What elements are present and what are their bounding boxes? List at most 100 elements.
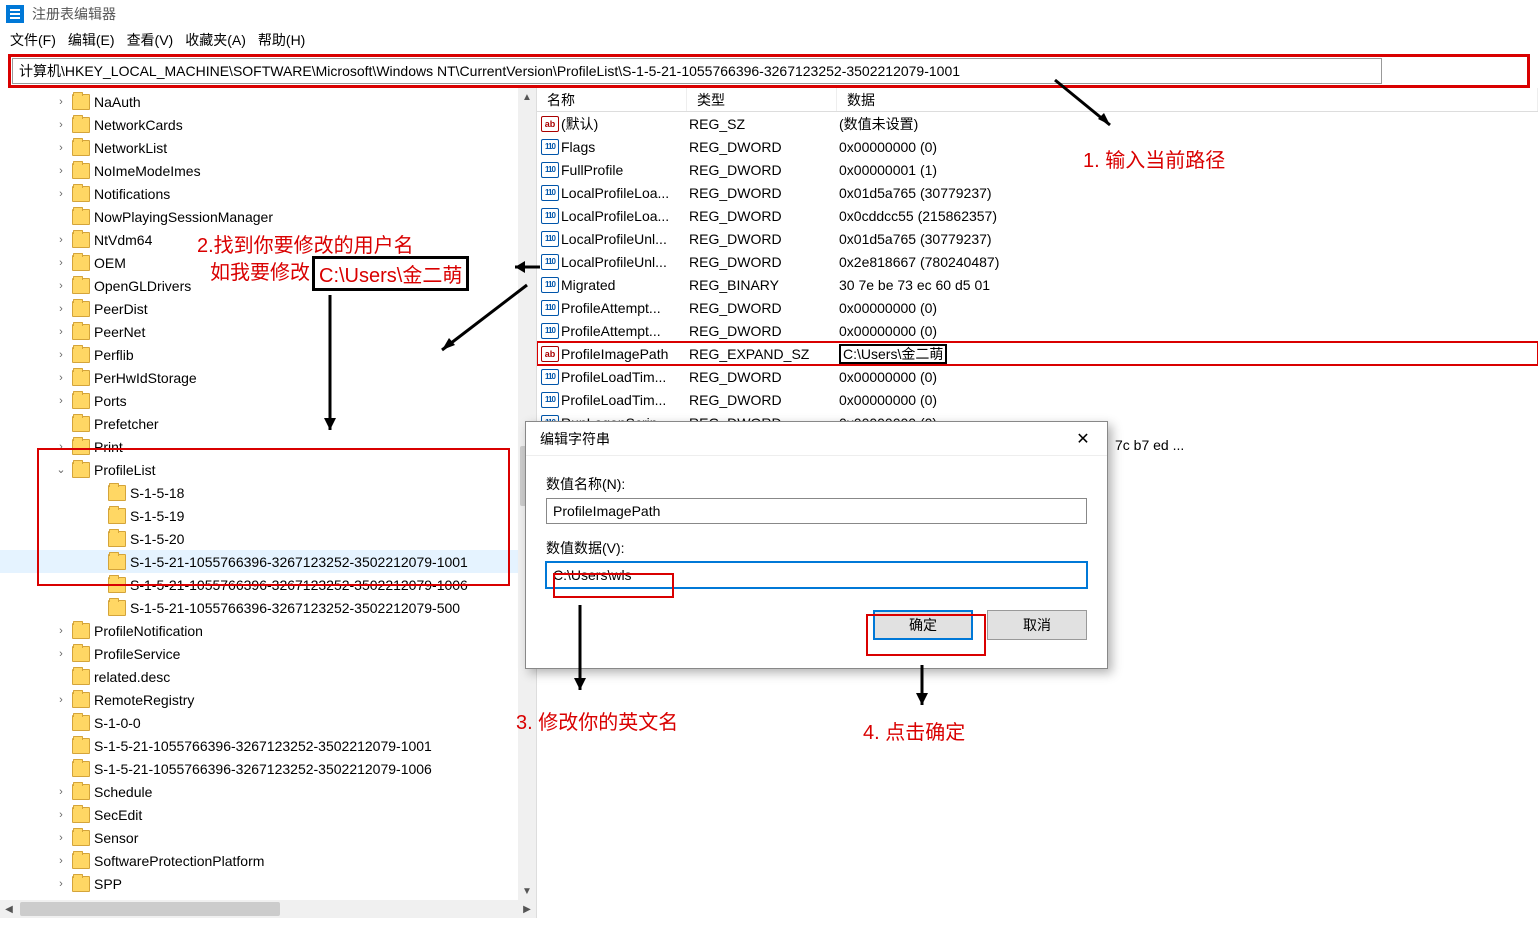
tree-item[interactable]: ›Perflib: [0, 343, 518, 366]
tree-item[interactable]: S-1-5-21-1055766396-3267123252-350221207…: [0, 550, 518, 573]
tree-item[interactable]: ›OpenGLDrivers: [0, 274, 518, 297]
expander-icon[interactable]: ›: [54, 878, 68, 890]
value-row[interactable]: 110LocalProfileUnl...REG_DWORD0x01d5a765…: [537, 227, 1538, 250]
dialog-name-field[interactable]: [546, 498, 1087, 524]
tree-item[interactable]: S-1-5-20: [0, 527, 518, 550]
dialog-close-button[interactable]: ✕: [1063, 424, 1103, 454]
address-bar[interactable]: [12, 58, 1382, 84]
value-row[interactable]: 110ProfileLoadTim...REG_DWORD0x00000000 …: [537, 365, 1538, 388]
tree-horizontal-scrollbar[interactable]: ◀ ▶: [0, 900, 536, 918]
value-data: 0x0cddcc55 (215862357): [839, 208, 1538, 224]
tree-item[interactable]: S-1-5-18: [0, 481, 518, 504]
value-row[interactable]: 110ProfileAttempt...REG_DWORD0x00000000 …: [537, 296, 1538, 319]
value-row[interactable]: 110FullProfileREG_DWORD0x00000001 (1): [537, 158, 1538, 181]
menu-edit[interactable]: 编辑(E): [68, 30, 115, 50]
expander-icon[interactable]: ›: [54, 280, 68, 292]
dialog-titlebar[interactable]: 编辑字符串 ✕: [526, 422, 1107, 456]
tree-item[interactable]: › Sensor: [0, 826, 518, 849]
expander-icon[interactable]: ›: [54, 625, 68, 637]
tree-item-label: Sensor: [94, 830, 138, 846]
scroll-down-icon[interactable]: ▼: [518, 882, 536, 900]
menu-view[interactable]: 查看(V): [127, 30, 174, 50]
folder-icon: [72, 692, 90, 708]
value-row[interactable]: 110LocalProfileLoa...REG_DWORD0x0cddcc55…: [537, 204, 1538, 227]
ok-button[interactable]: 确定: [873, 610, 973, 640]
value-row[interactable]: 110ProfileLoadTim...REG_DWORD0x00000000 …: [537, 388, 1538, 411]
tree-item[interactable]: ›Notifications: [0, 182, 518, 205]
expander-icon[interactable]: ›: [54, 395, 68, 407]
folder-icon: [72, 876, 90, 892]
tree-item[interactable]: ›NetworkList: [0, 136, 518, 159]
scroll-right-icon[interactable]: ▶: [518, 900, 536, 918]
value-row[interactable]: 110LocalProfileUnl...REG_DWORD0x2e818667…: [537, 250, 1538, 273]
value-row[interactable]: 110LocalProfileLoa...REG_DWORD0x01d5a765…: [537, 181, 1538, 204]
expander-icon[interactable]: ›: [54, 786, 68, 798]
expander-icon[interactable]: ›: [54, 303, 68, 315]
tree-item[interactable]: S-1-5-21-1055766396-3267123252-350221207…: [0, 573, 518, 596]
tree-item[interactable]: ›Print: [0, 435, 518, 458]
tree-item[interactable]: ›Schedule: [0, 780, 518, 803]
tree-item[interactable]: ⌄ProfileList: [0, 458, 518, 481]
folder-icon: [72, 669, 90, 685]
tree-item[interactable]: ›Ports: [0, 389, 518, 412]
tree-item[interactable]: ›SoftwareProtectionPlatform: [0, 849, 518, 872]
menu-help[interactable]: 帮助(H): [258, 30, 305, 50]
tree-item[interactable]: ›NetworkCards: [0, 113, 518, 136]
expander-icon[interactable]: ›: [54, 694, 68, 706]
tree-item[interactable]: ›OEM: [0, 251, 518, 274]
expander-icon[interactable]: ›: [54, 188, 68, 200]
dialog-data-field[interactable]: [546, 562, 1087, 588]
expander-icon[interactable]: ›: [54, 809, 68, 821]
tree-item[interactable]: ›RemoteRegistry: [0, 688, 518, 711]
tree-item[interactable]: ›SPP: [0, 872, 518, 895]
tree-item[interactable]: ›NaAuth: [0, 90, 518, 113]
expander-icon[interactable]: ›: [54, 648, 68, 660]
expander-icon[interactable]: ›: [54, 326, 68, 338]
scroll-left-icon[interactable]: ◀: [0, 900, 18, 918]
expander-icon[interactable]: ›: [54, 96, 68, 108]
column-type[interactable]: 类型: [687, 88, 837, 111]
expander-icon[interactable]: ›: [54, 372, 68, 384]
tree-item[interactable]: ›PeerDist: [0, 297, 518, 320]
address-input[interactable]: [19, 63, 1375, 79]
cancel-button[interactable]: 取消: [987, 610, 1087, 640]
tree-item[interactable]: ›ProfileNotification: [0, 619, 518, 642]
folder-icon: [72, 140, 90, 156]
expander-icon[interactable]: ›: [54, 855, 68, 867]
menu-file[interactable]: 文件(F): [10, 30, 56, 50]
expander-icon[interactable]: ›: [54, 832, 68, 844]
expander-icon[interactable]: ⌄: [54, 463, 68, 476]
menu-favorites[interactable]: 收藏夹(A): [185, 30, 246, 50]
column-name[interactable]: 名称: [537, 88, 687, 111]
column-data[interactable]: 数据: [837, 88, 1538, 111]
tree-item[interactable]: S-1-5-21-1055766396-3267123252-350221207…: [0, 734, 518, 757]
tree-item[interactable]: Prefetcher: [0, 412, 518, 435]
expander-icon[interactable]: ›: [54, 165, 68, 177]
value-row[interactable]: 110ProfileAttempt...REG_DWORD0x00000000 …: [537, 319, 1538, 342]
expander-icon[interactable]: ›: [54, 119, 68, 131]
tree-item[interactable]: ›PeerNet: [0, 320, 518, 343]
tree-item[interactable]: S-1-5-19: [0, 504, 518, 527]
tree-item[interactable]: ›PerHwIdStorage: [0, 366, 518, 389]
tree-scroll[interactable]: ›NaAuth›NetworkCards›NetworkList›NoImeMo…: [0, 88, 518, 900]
value-row[interactable]: abProfileImagePathREG_EXPAND_SZC:\Users\…: [537, 342, 1538, 365]
value-row[interactable]: 110MigratedREG_BINARY30 7e be 73 ec 60 d…: [537, 273, 1538, 296]
expander-icon[interactable]: ›: [54, 234, 68, 246]
expander-icon[interactable]: ›: [54, 349, 68, 361]
tree-item[interactable]: S-1-5-21-1055766396-3267123252-350221207…: [0, 596, 518, 619]
value-row[interactable]: 110FlagsREG_DWORD0x00000000 (0): [537, 135, 1538, 158]
tree-item[interactable]: related.desc: [0, 665, 518, 688]
expander-icon[interactable]: ›: [54, 441, 68, 453]
expander-icon[interactable]: ›: [54, 142, 68, 154]
tree-item[interactable]: S-1-5-21-1055766396-3267123252-350221207…: [0, 757, 518, 780]
expander-icon[interactable]: ›: [54, 257, 68, 269]
value-row[interactable]: ab(默认)REG_SZ(数值未设置): [537, 112, 1538, 135]
tree-item[interactable]: ›SecEdit: [0, 803, 518, 826]
scroll-up-icon[interactable]: ▲: [518, 88, 536, 106]
tree-item[interactable]: ›NoImeModeImes: [0, 159, 518, 182]
tree-item[interactable]: ›ProfileService: [0, 642, 518, 665]
tree-item[interactable]: NowPlayingSessionManager: [0, 205, 518, 228]
tree-item[interactable]: ›NtVdm64: [0, 228, 518, 251]
tree-item[interactable]: S-1-0-0: [0, 711, 518, 734]
hscroll-thumb[interactable]: [20, 902, 280, 916]
